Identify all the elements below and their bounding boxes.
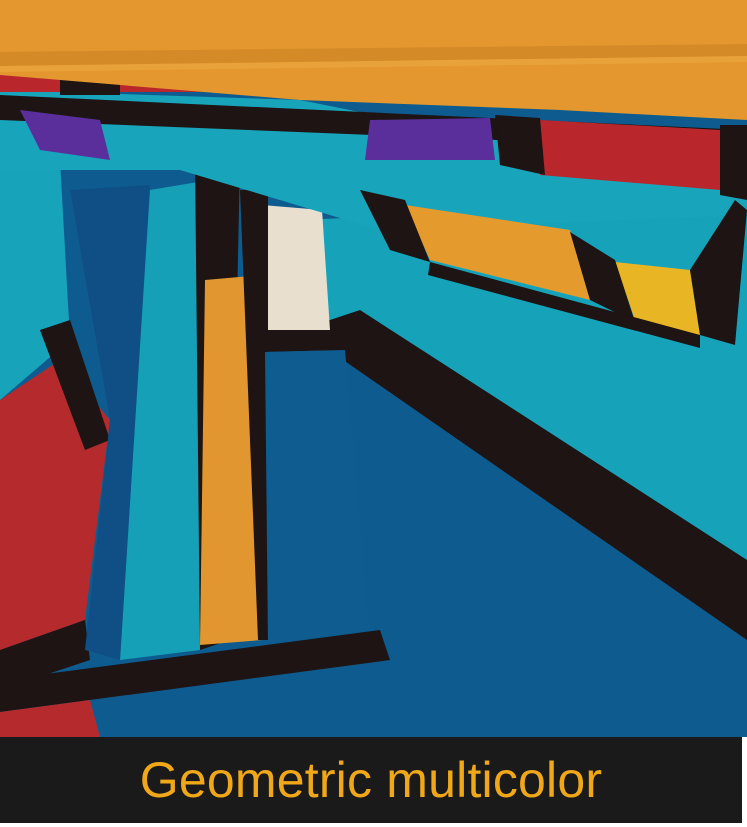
fabric-purple-mid xyxy=(365,118,495,160)
product-card[interactable]: Geometric multicolor xyxy=(0,0,747,827)
fabric-illustration xyxy=(0,0,747,737)
fabric-black-divider-2 xyxy=(720,125,747,200)
caption-text: Geometric multicolor xyxy=(139,752,603,808)
fabric-black-cream-bottom xyxy=(262,330,345,352)
fabric-cream-block xyxy=(262,205,330,330)
caption-bar: Geometric multicolor xyxy=(0,737,742,823)
fabric-photo[interactable] xyxy=(0,0,747,737)
